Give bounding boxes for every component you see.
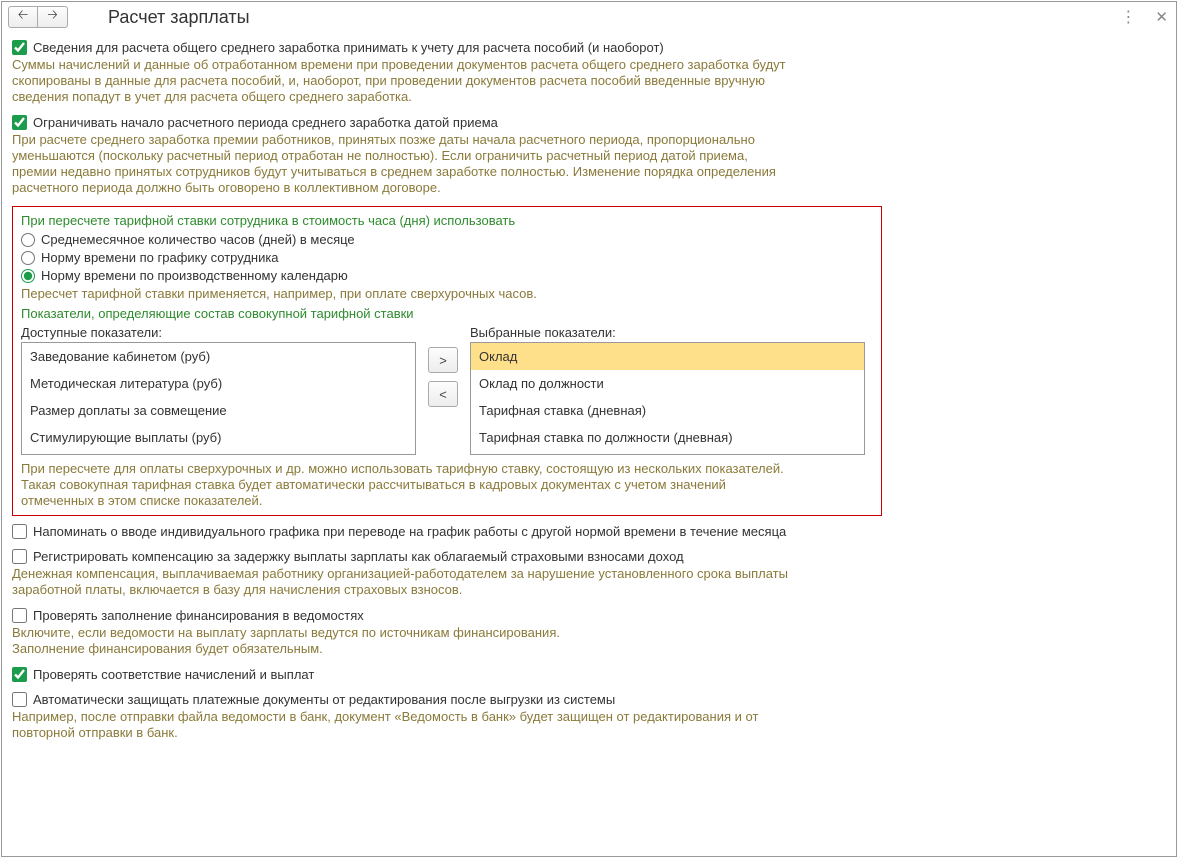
header-actions: ⋮ ✕ <box>1120 7 1168 27</box>
list-item[interactable]: Тарифная ставка по должности (дневная) <box>471 424 864 451</box>
close-icon[interactable]: ✕ <box>1155 8 1168 26</box>
label-check-accruals: Проверять соответствие начислений и выпл… <box>33 667 314 682</box>
checkbox-check-accruals[interactable] <box>12 667 27 682</box>
window-header: 🡠 🡢 Расчет зарплаты ⋮ ✕ <box>2 2 1176 32</box>
desc-limit-period-start: При расчете среднего заработка премии ра… <box>12 132 792 196</box>
radio-option-avg-monthly[interactable]: Среднемесячное количество часов (дней) в… <box>21 232 873 247</box>
available-listbox[interactable]: Заведование кабинетом (руб)Методическая … <box>21 342 416 455</box>
content-area: Сведения для расчета общего среднего зар… <box>2 32 1176 761</box>
selected-label: Выбранные показатели: <box>470 325 865 340</box>
arrow-right-icon: 🡢 <box>47 6 58 28</box>
desc-auto-protect: Например, после отправки файла ведомости… <box>12 709 792 741</box>
nav-buttons: 🡠 🡢 <box>8 6 68 28</box>
radio-label-schedule-norm: Норму времени по графику сотрудника <box>41 250 279 265</box>
checkbox-auto-protect[interactable] <box>12 692 27 707</box>
list-item[interactable]: Размер доплаты за совмещение <box>22 397 415 424</box>
desc-tariff-recalc: Пересчет тарифной ставки применяется, на… <box>21 286 801 302</box>
heading-tariff-recalc: При пересчете тарифной ставки сотрудника… <box>21 213 873 228</box>
radio-option-schedule-norm[interactable]: Норму времени по графику сотрудника <box>21 250 873 265</box>
option-auto-protect[interactable]: Автоматически защищать платежные докумен… <box>12 692 1166 707</box>
checkbox-accept-general-average[interactable] <box>12 40 27 55</box>
desc-register-compensation: Денежная компенсация, выплачиваемая рабо… <box>12 566 792 598</box>
label-register-compensation: Регистрировать компенсацию за задержку в… <box>33 549 684 564</box>
option-register-compensation[interactable]: Регистрировать компенсацию за задержку в… <box>12 549 1166 564</box>
radio-avg-monthly[interactable] <box>21 233 35 247</box>
back-button[interactable]: 🡠 <box>8 6 38 28</box>
move-right-button[interactable]: > <box>428 347 458 373</box>
radio-option-calendar-norm[interactable]: Норму времени по производственному кален… <box>21 268 873 283</box>
checkbox-check-financing[interactable] <box>12 608 27 623</box>
label-accept-general-average: Сведения для расчета общего среднего зар… <box>33 40 664 55</box>
tariff-rate-section: При пересчете тарифной ставки сотрудника… <box>12 206 882 516</box>
option-remind-schedule[interactable]: Напоминать о вводе индивидуального графи… <box>12 524 1166 539</box>
checkbox-limit-period-start[interactable] <box>12 115 27 130</box>
radio-label-avg-monthly: Среднемесячное количество часов (дней) в… <box>41 232 355 247</box>
desc-check-financing: Включите, если ведомости на выплату зарп… <box>12 625 792 657</box>
move-left-button[interactable]: < <box>428 381 458 407</box>
list-item[interactable]: Оклад <box>471 343 864 370</box>
available-column: Доступные показатели: Заведование кабине… <box>21 325 416 455</box>
desc-composite-indicators: При пересчете для оплаты сверхурочных и … <box>21 461 801 509</box>
heading-composite-indicators: Показатели, определяющие состав совокупн… <box>21 306 873 321</box>
option-check-financing[interactable]: Проверять заполнение финансирования в ве… <box>12 608 1166 623</box>
selected-listbox[interactable]: ОкладОклад по должностиТарифная ставка (… <box>470 342 865 455</box>
radio-calendar-norm[interactable] <box>21 269 35 283</box>
move-buttons: > < <box>428 347 458 407</box>
arrow-left-icon: 🡠 <box>18 6 29 28</box>
selected-column: Выбранные показатели: ОкладОклад по долж… <box>470 325 865 455</box>
list-item[interactable]: Тарифная ставка (дневная) <box>471 397 864 424</box>
checkbox-remind-schedule[interactable] <box>12 524 27 539</box>
forward-button[interactable]: 🡢 <box>38 6 68 28</box>
label-remind-schedule: Напоминать о вводе индивидуального графи… <box>33 524 786 539</box>
desc-accept-general-average: Суммы начислений и данные об отработанно… <box>12 57 792 105</box>
list-item[interactable]: Стимулирующие выплаты (руб) <box>22 424 415 451</box>
label-auto-protect: Автоматически защищать платежные докумен… <box>33 692 615 707</box>
list-item[interactable]: Оклад по должности <box>471 370 864 397</box>
label-limit-period-start: Ограничивать начало расчетного периода с… <box>33 115 498 130</box>
option-check-accruals[interactable]: Проверять соответствие начислений и выпл… <box>12 667 1166 682</box>
radio-schedule-norm[interactable] <box>21 251 35 265</box>
list-item[interactable]: Заведование кабинетом (руб) <box>22 343 415 370</box>
dual-listbox: Доступные показатели: Заведование кабине… <box>21 325 873 455</box>
kebab-menu-icon[interactable]: ⋮ <box>1120 7 1135 27</box>
option-accept-general-average[interactable]: Сведения для расчета общего среднего зар… <box>12 40 1166 55</box>
radio-label-calendar-norm: Норму времени по производственному кален… <box>41 268 348 283</box>
checkbox-register-compensation[interactable] <box>12 549 27 564</box>
available-label: Доступные показатели: <box>21 325 416 340</box>
option-limit-period-start[interactable]: Ограничивать начало расчетного периода с… <box>12 115 1166 130</box>
list-item[interactable]: Методическая литература (руб) <box>22 370 415 397</box>
label-check-financing: Проверять заполнение финансирования в ве… <box>33 608 364 623</box>
settings-window: 🡠 🡢 Расчет зарплаты ⋮ ✕ Сведения для рас… <box>1 1 1177 857</box>
page-title: Расчет зарплаты <box>108 7 250 28</box>
